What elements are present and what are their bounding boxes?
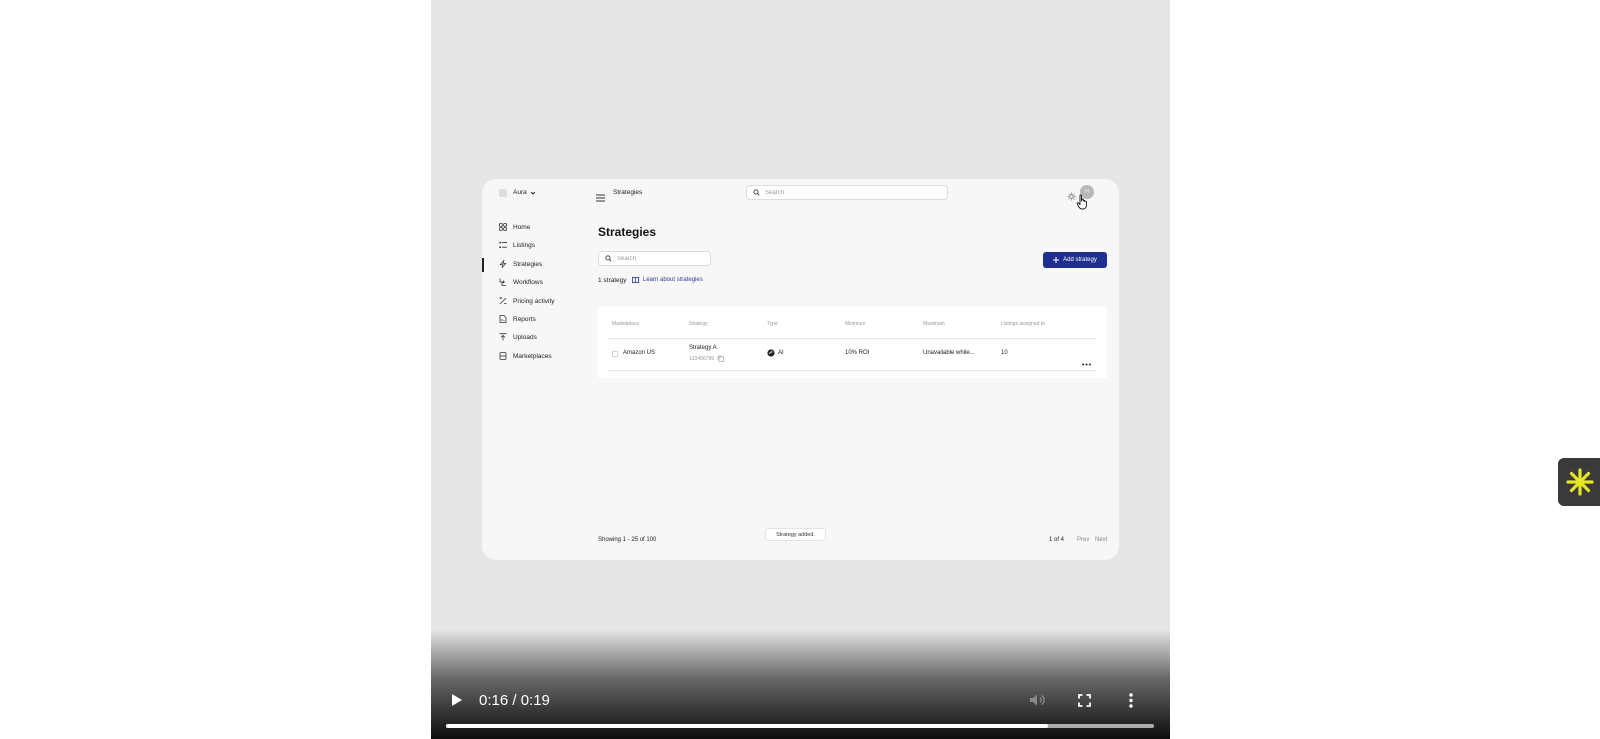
fullscreen-button[interactable] — [1074, 690, 1094, 710]
cell-strategy-name: Strategy A — [689, 345, 717, 351]
more-options-button[interactable] — [1121, 690, 1141, 710]
add-strategy-button[interactable]: Add strategy — [1043, 252, 1107, 268]
video-player[interactable]: Aura Strategies H Ho — [431, 0, 1170, 739]
column-header: Strategy — [689, 321, 708, 327]
table-divider — [608, 338, 1097, 339]
active-indicator — [482, 258, 484, 272]
play-icon — [452, 694, 462, 706]
report-icon — [499, 315, 507, 323]
workspace-logo — [499, 189, 507, 197]
sidebar-item-label: Reports — [513, 315, 536, 323]
fullscreen-icon — [1077, 693, 1091, 707]
sidebar-item-reports[interactable]: Reports — [499, 313, 536, 325]
ai-icon — [767, 349, 775, 357]
cell-strategy-id: 123456789 — [689, 355, 715, 362]
cell-type-label: AI — [778, 350, 784, 356]
hamburger-icon — [596, 194, 605, 202]
column-header: Type — [767, 321, 778, 327]
sidebar-item-home[interactable]: Home — [499, 221, 530, 233]
top-search[interactable] — [746, 185, 948, 200]
volume-icon — [1030, 694, 1045, 706]
pricing-icon — [499, 297, 507, 305]
cursor-pointer — [1076, 194, 1090, 215]
upload-icon — [499, 333, 507, 341]
sidebar-item-label: Strategies — [513, 260, 543, 268]
cell-marketplace: Amazon US — [623, 350, 656, 356]
app-frame: Aura Strategies H Ho — [482, 179, 1119, 560]
progress-track[interactable] — [446, 724, 1154, 728]
mute-button[interactable] — [1028, 690, 1048, 710]
book-icon — [632, 277, 639, 283]
column-header: Maximum — [923, 321, 945, 327]
search-icon — [605, 255, 612, 262]
cell-maximum: Unavailable while... — [923, 350, 975, 356]
progress-bar — [446, 724, 1048, 728]
row-actions-button[interactable] — [1082, 353, 1091, 371]
toast-text: Strategy added. — [776, 531, 815, 538]
assistant-widget[interactable] — [1558, 458, 1600, 506]
chevron-down-icon — [530, 191, 535, 195]
marketplace-icon — [499, 352, 507, 360]
table-divider — [608, 370, 1097, 371]
copy-icon[interactable] — [717, 355, 724, 362]
learn-strategies-label: Learn about strategies — [643, 277, 703, 283]
page-title: Strategies — [598, 225, 657, 239]
sidebar-item-label: Pricing activity — [513, 297, 555, 305]
column-header: Marketplace — [612, 321, 640, 327]
add-strategy-label: Add strategy — [1063, 257, 1097, 263]
sidebar-item-label: Listings — [513, 241, 536, 249]
sidebar-item-uploads[interactable]: Uploads — [499, 331, 537, 343]
sidebar-item-label: Uploads — [513, 333, 537, 341]
time-display: 0:16 / 0:19 — [479, 692, 550, 709]
sidebar-item-strategies[interactable]: Strategies — [499, 258, 542, 270]
row-checkbox[interactable] — [612, 351, 618, 357]
sidebar-item-label: Home — [513, 223, 531, 231]
pagination-summary: Showing 1 - 25 of 100 — [598, 537, 657, 543]
top-search-input[interactable] — [765, 189, 921, 196]
prev-button[interactable]: Prev — [1077, 537, 1089, 543]
workspace-switcher[interactable]: Aura — [513, 189, 536, 196]
video-controls: 0:16 / 0:19 — [431, 629, 1170, 739]
hand-cursor-icon — [1076, 194, 1087, 210]
bolt-icon — [499, 260, 507, 268]
workflow-icon — [499, 278, 507, 286]
table-row[interactable]: Amazon US Strategy A 123456789 AI 10% RO… — [598, 340, 1107, 369]
play-button[interactable] — [447, 690, 467, 710]
search-icon — [753, 189, 760, 196]
header-title: Strategies — [613, 189, 643, 196]
asterisk-icon — [1566, 468, 1594, 496]
theme-toggle[interactable] — [1067, 188, 1076, 206]
sidebar-item-pricing-activity[interactable]: Pricing activity — [499, 295, 555, 307]
next-button[interactable]: Next — [1095, 537, 1107, 543]
sidebar-item-marketplaces[interactable]: Marketplaces — [499, 350, 552, 362]
strategy-search-input[interactable] — [617, 255, 701, 262]
list-icon — [499, 241, 507, 249]
home-grid-icon — [499, 223, 507, 231]
menu-toggle[interactable] — [596, 189, 605, 207]
more-horizontal-icon — [1082, 363, 1091, 366]
strategy-count: 1 strategy — [598, 277, 627, 284]
sidebar-item-label: Workflows — [513, 278, 543, 286]
column-header: Listings assigned to — [1001, 321, 1045, 327]
strategies-table: Marketplace Strategy Type Minimum Maximu… — [598, 307, 1107, 378]
sidebar-item-workflows[interactable]: Workflows — [499, 276, 543, 288]
cell-listings: 10 — [1001, 350, 1008, 356]
sidebar-item-label: Marketplaces — [513, 352, 552, 360]
page-indicator: 1 of 4 — [1049, 537, 1065, 543]
toast-notification: Strategy added. — [765, 528, 826, 541]
plus-icon — [1053, 257, 1060, 263]
cell-type: AI — [767, 349, 784, 357]
sun-icon — [1067, 192, 1076, 201]
workspace-name: Aura — [513, 189, 527, 196]
cell-minimum: 10% ROI — [845, 350, 870, 356]
more-vertical-icon — [1129, 692, 1133, 708]
sidebar-item-listings[interactable]: Listings — [499, 239, 535, 251]
column-header: Minimum — [845, 321, 866, 327]
learn-strategies-link[interactable]: Learn about strategies — [632, 277, 703, 283]
strategy-id: 123456789 — [689, 355, 724, 362]
strategy-search[interactable] — [598, 251, 711, 266]
